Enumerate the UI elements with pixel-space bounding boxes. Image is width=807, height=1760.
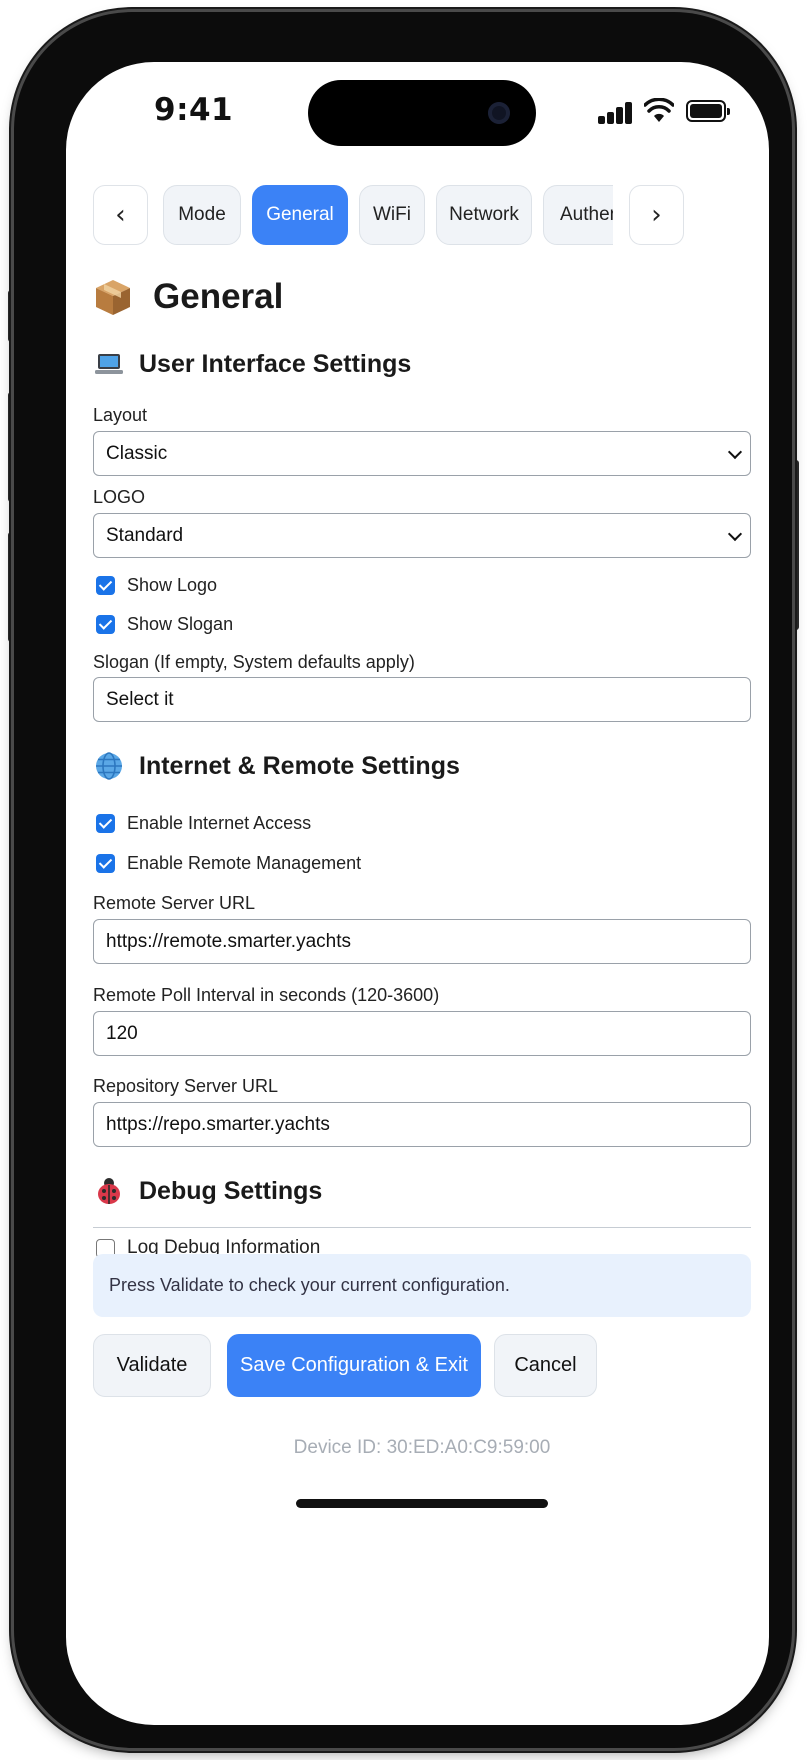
logo-label: LOGO	[93, 487, 146, 507]
device-id: Device ID: 30:ED:A0:C9:59:00	[293, 1437, 551, 1458]
enable-remote-checkbox[interactable]	[96, 854, 115, 873]
home-indicator[interactable]	[296, 1499, 548, 1508]
validation-info-box: Press Validate to check your current con…	[93, 1254, 751, 1317]
tab-bar: ‹ Mode General WiFi Network Authenticati…	[93, 185, 684, 245]
poll-interval-label: Remote Poll Interval in seconds (120-360…	[93, 985, 440, 1005]
debug-settings-heading: Debug Settings	[139, 1176, 323, 1205]
repo-url-input[interactable]: https://repo.smarter.yachts	[93, 1102, 751, 1147]
layout-select[interactable]: Classic	[93, 431, 751, 476]
enable-remote-row[interactable]: Enable Remote Management	[96, 853, 361, 874]
tab-general[interactable]: General	[252, 185, 348, 245]
show-slogan-row[interactable]: Show Slogan	[96, 614, 233, 635]
enable-remote-label: Enable Remote Management	[127, 853, 362, 873]
validation-info-text: Press Validate to check your current con…	[109, 1275, 510, 1295]
logo-select[interactable]: Standard	[93, 513, 751, 558]
tab-wifi[interactable]: WiFi	[359, 185, 425, 245]
remote-url-label: Remote Server URL	[93, 893, 256, 913]
ladybug-icon	[98, 1178, 120, 1204]
cancel-button[interactable]: Cancel	[494, 1334, 597, 1397]
wifi-icon	[644, 98, 674, 122]
repo-url-label: Repository Server URL	[93, 1076, 279, 1096]
tab-prev-button[interactable]: ‹	[93, 185, 148, 245]
page-title-row: General	[93, 277, 283, 317]
slogan-input[interactable]: Select it	[93, 677, 751, 722]
remote-url-input[interactable]: https://remote.smarter.yachts	[93, 919, 751, 964]
logo-select-value: Standard	[106, 524, 184, 546]
show-logo-row[interactable]: Show Logo	[96, 575, 217, 596]
tab-scroller: Mode General WiFi Network Authentication	[163, 185, 613, 245]
enable-internet-label: Enable Internet Access	[127, 813, 312, 833]
remote-url-value: https://remote.smarter.yachts	[106, 930, 351, 952]
globe-icon	[96, 752, 122, 780]
slogan-label: Slogan (If empty, System defaults apply)	[93, 652, 415, 672]
chevron-down-icon	[727, 526, 743, 541]
poll-interval-value: 120	[106, 1022, 138, 1044]
ui-settings-heading: User Interface Settings	[139, 349, 412, 378]
phone-frame: 9:41 ‹ Mode General WiFi Network Authent…	[14, 12, 792, 1748]
internet-settings-heading-row: Internet & Remote Settings	[93, 750, 460, 782]
save-exit-button[interactable]: Save Configuration & Exit	[227, 1334, 481, 1397]
internet-settings-heading: Internet & Remote Settings	[139, 751, 460, 780]
phone-screen: 9:41 ‹ Mode General WiFi Network Authent…	[66, 62, 769, 1725]
poll-interval-input[interactable]: 120	[93, 1011, 751, 1056]
show-logo-checkbox[interactable]	[96, 576, 115, 595]
dynamic-island	[308, 80, 536, 146]
enable-internet-checkbox[interactable]	[96, 814, 115, 833]
battery-icon	[686, 100, 730, 122]
cellular-signal-icon	[598, 102, 634, 124]
section-divider	[93, 1227, 751, 1228]
page-title: General	[153, 277, 284, 316]
layout-select-value: Classic	[106, 442, 168, 464]
power-button	[793, 460, 799, 630]
ui-settings-heading-row: User Interface Settings	[93, 348, 411, 380]
repo-url-value: https://repo.smarter.yachts	[106, 1113, 330, 1135]
slogan-input-value: Select it	[106, 688, 174, 710]
enable-internet-row[interactable]: Enable Internet Access	[96, 813, 311, 834]
show-slogan-checkbox[interactable]	[96, 615, 115, 634]
debug-settings-heading-row: Debug Settings	[93, 1175, 322, 1207]
show-logo-label: Show Logo	[127, 575, 218, 595]
camera-icon	[488, 102, 510, 124]
validate-button[interactable]: Validate	[93, 1334, 211, 1397]
tab-network[interactable]: Network	[436, 185, 532, 245]
status-time: 9:41	[154, 92, 234, 128]
layout-label: Layout	[93, 405, 148, 425]
package-icon	[96, 280, 130, 315]
tab-next-button[interactable]: ›	[629, 185, 684, 245]
tab-mode[interactable]: Mode	[163, 185, 241, 245]
laptop-icon	[95, 354, 123, 374]
chevron-down-icon	[727, 444, 743, 459]
show-slogan-label: Show Slogan	[127, 614, 234, 634]
tab-authentication[interactable]: Authentication	[543, 185, 613, 245]
